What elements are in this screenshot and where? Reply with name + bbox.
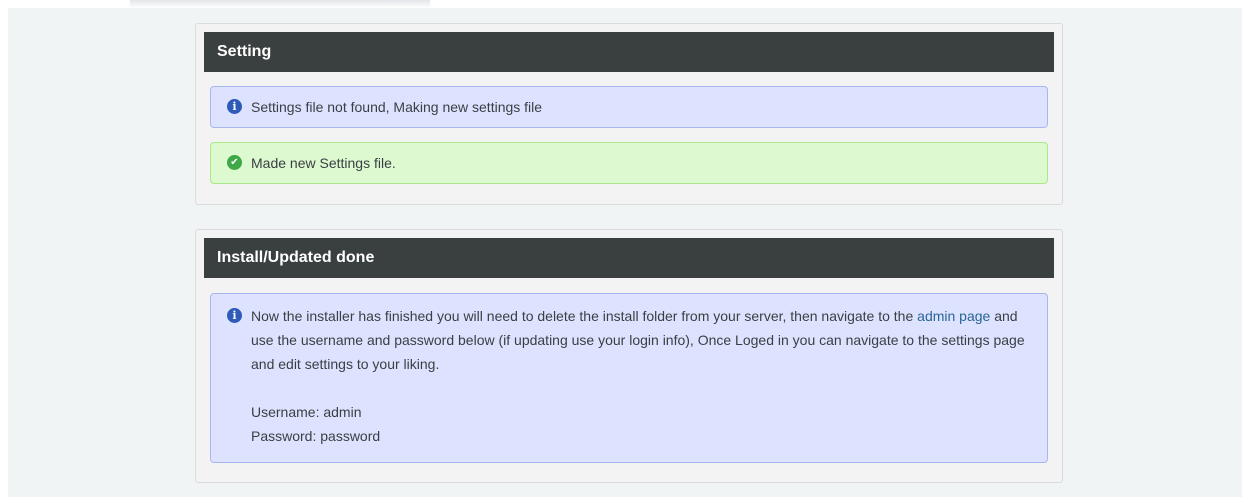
top-shadow: [130, 0, 430, 8]
install-done-message: Now the installer has finished you will …: [251, 304, 1027, 376]
username-line: Username: admin: [251, 404, 362, 420]
settings-success-text: Made new Settings file.: [251, 155, 396, 171]
check-circle-icon: ✔: [227, 155, 242, 170]
admin-page-link[interactable]: admin page: [917, 308, 990, 324]
install-done-panel: Install/Updated done i Now the installer…: [195, 229, 1063, 483]
install-done-info-alert: i Now the installer has finished you wil…: [210, 293, 1048, 463]
settings-success-alert: ✔ Made new Settings file.: [210, 142, 1048, 184]
install-done-panel-title: Install/Updated done: [204, 238, 1054, 278]
info-circle-icon: i: [227, 99, 242, 114]
settings-info-alert: i Settings file not found, Making new se…: [210, 86, 1048, 128]
password-line: Password: password: [251, 428, 381, 444]
settings-info-text: Settings file not found, Making new sett…: [251, 99, 543, 115]
settings-panel-title: Setting: [204, 32, 1054, 72]
message-text-before-link: Now the installer has finished you will …: [251, 308, 918, 324]
info-circle-icon: i: [227, 308, 242, 323]
settings-panel: Setting i Settings file not found, Makin…: [195, 23, 1063, 205]
